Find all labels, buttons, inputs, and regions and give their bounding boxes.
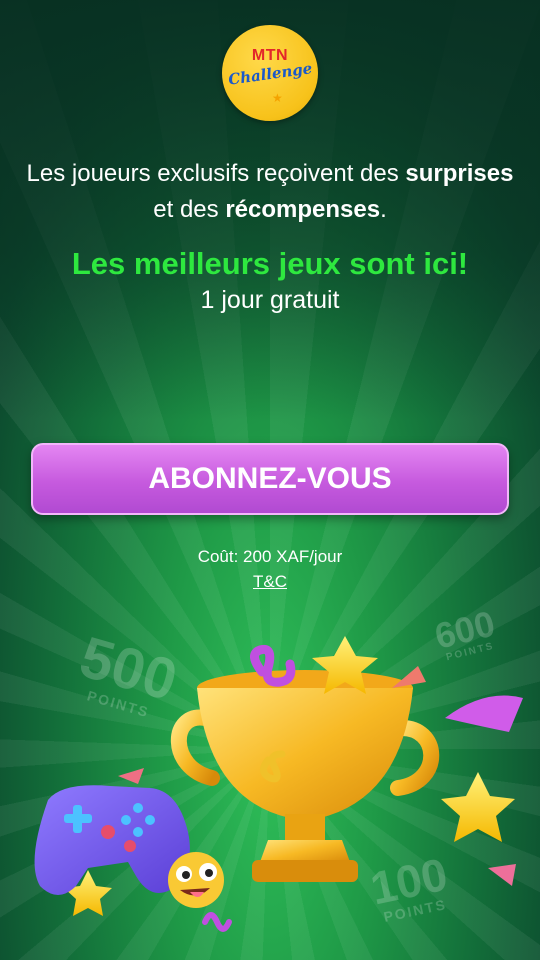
intro-part3: . — [380, 196, 387, 223]
intro-part2: et des — [153, 196, 226, 223]
confetti-icon — [392, 666, 426, 688]
intro-text: Les joueurs exclusifs reçoivent des surp… — [20, 156, 520, 228]
emoji-face-icon — [168, 852, 224, 908]
terms-link[interactable]: T&C — [220, 572, 320, 592]
mtn-challenge-logo: MTN Challenge ★ — [222, 25, 318, 121]
intro-part1: Les joueurs exclusifs reçoivent des — [26, 160, 406, 187]
cost-text: Coût: 200 XAF/jour — [197, 547, 343, 566]
confetti-icon — [445, 695, 523, 732]
subscribe-button[interactable]: ABONNEZ-VOUS — [31, 443, 509, 515]
trophy-icon — [170, 670, 440, 882]
illustration — [34, 636, 523, 932]
intro-bold-surprises: surprises — [405, 160, 514, 187]
intro-bold-rewards: récompenses — [225, 196, 381, 223]
star-icon — [441, 772, 515, 842]
confetti-icon — [202, 912, 232, 932]
confetti-icon — [118, 768, 144, 784]
gamepad-icon — [34, 785, 190, 895]
confetti-icon — [488, 864, 516, 886]
headline: Les meilleurs jeux sont ici! — [71, 246, 469, 281]
free-trial-text: 1 jour gratuit — [200, 286, 340, 314]
logo-star-icon: ★ — [272, 91, 283, 105]
